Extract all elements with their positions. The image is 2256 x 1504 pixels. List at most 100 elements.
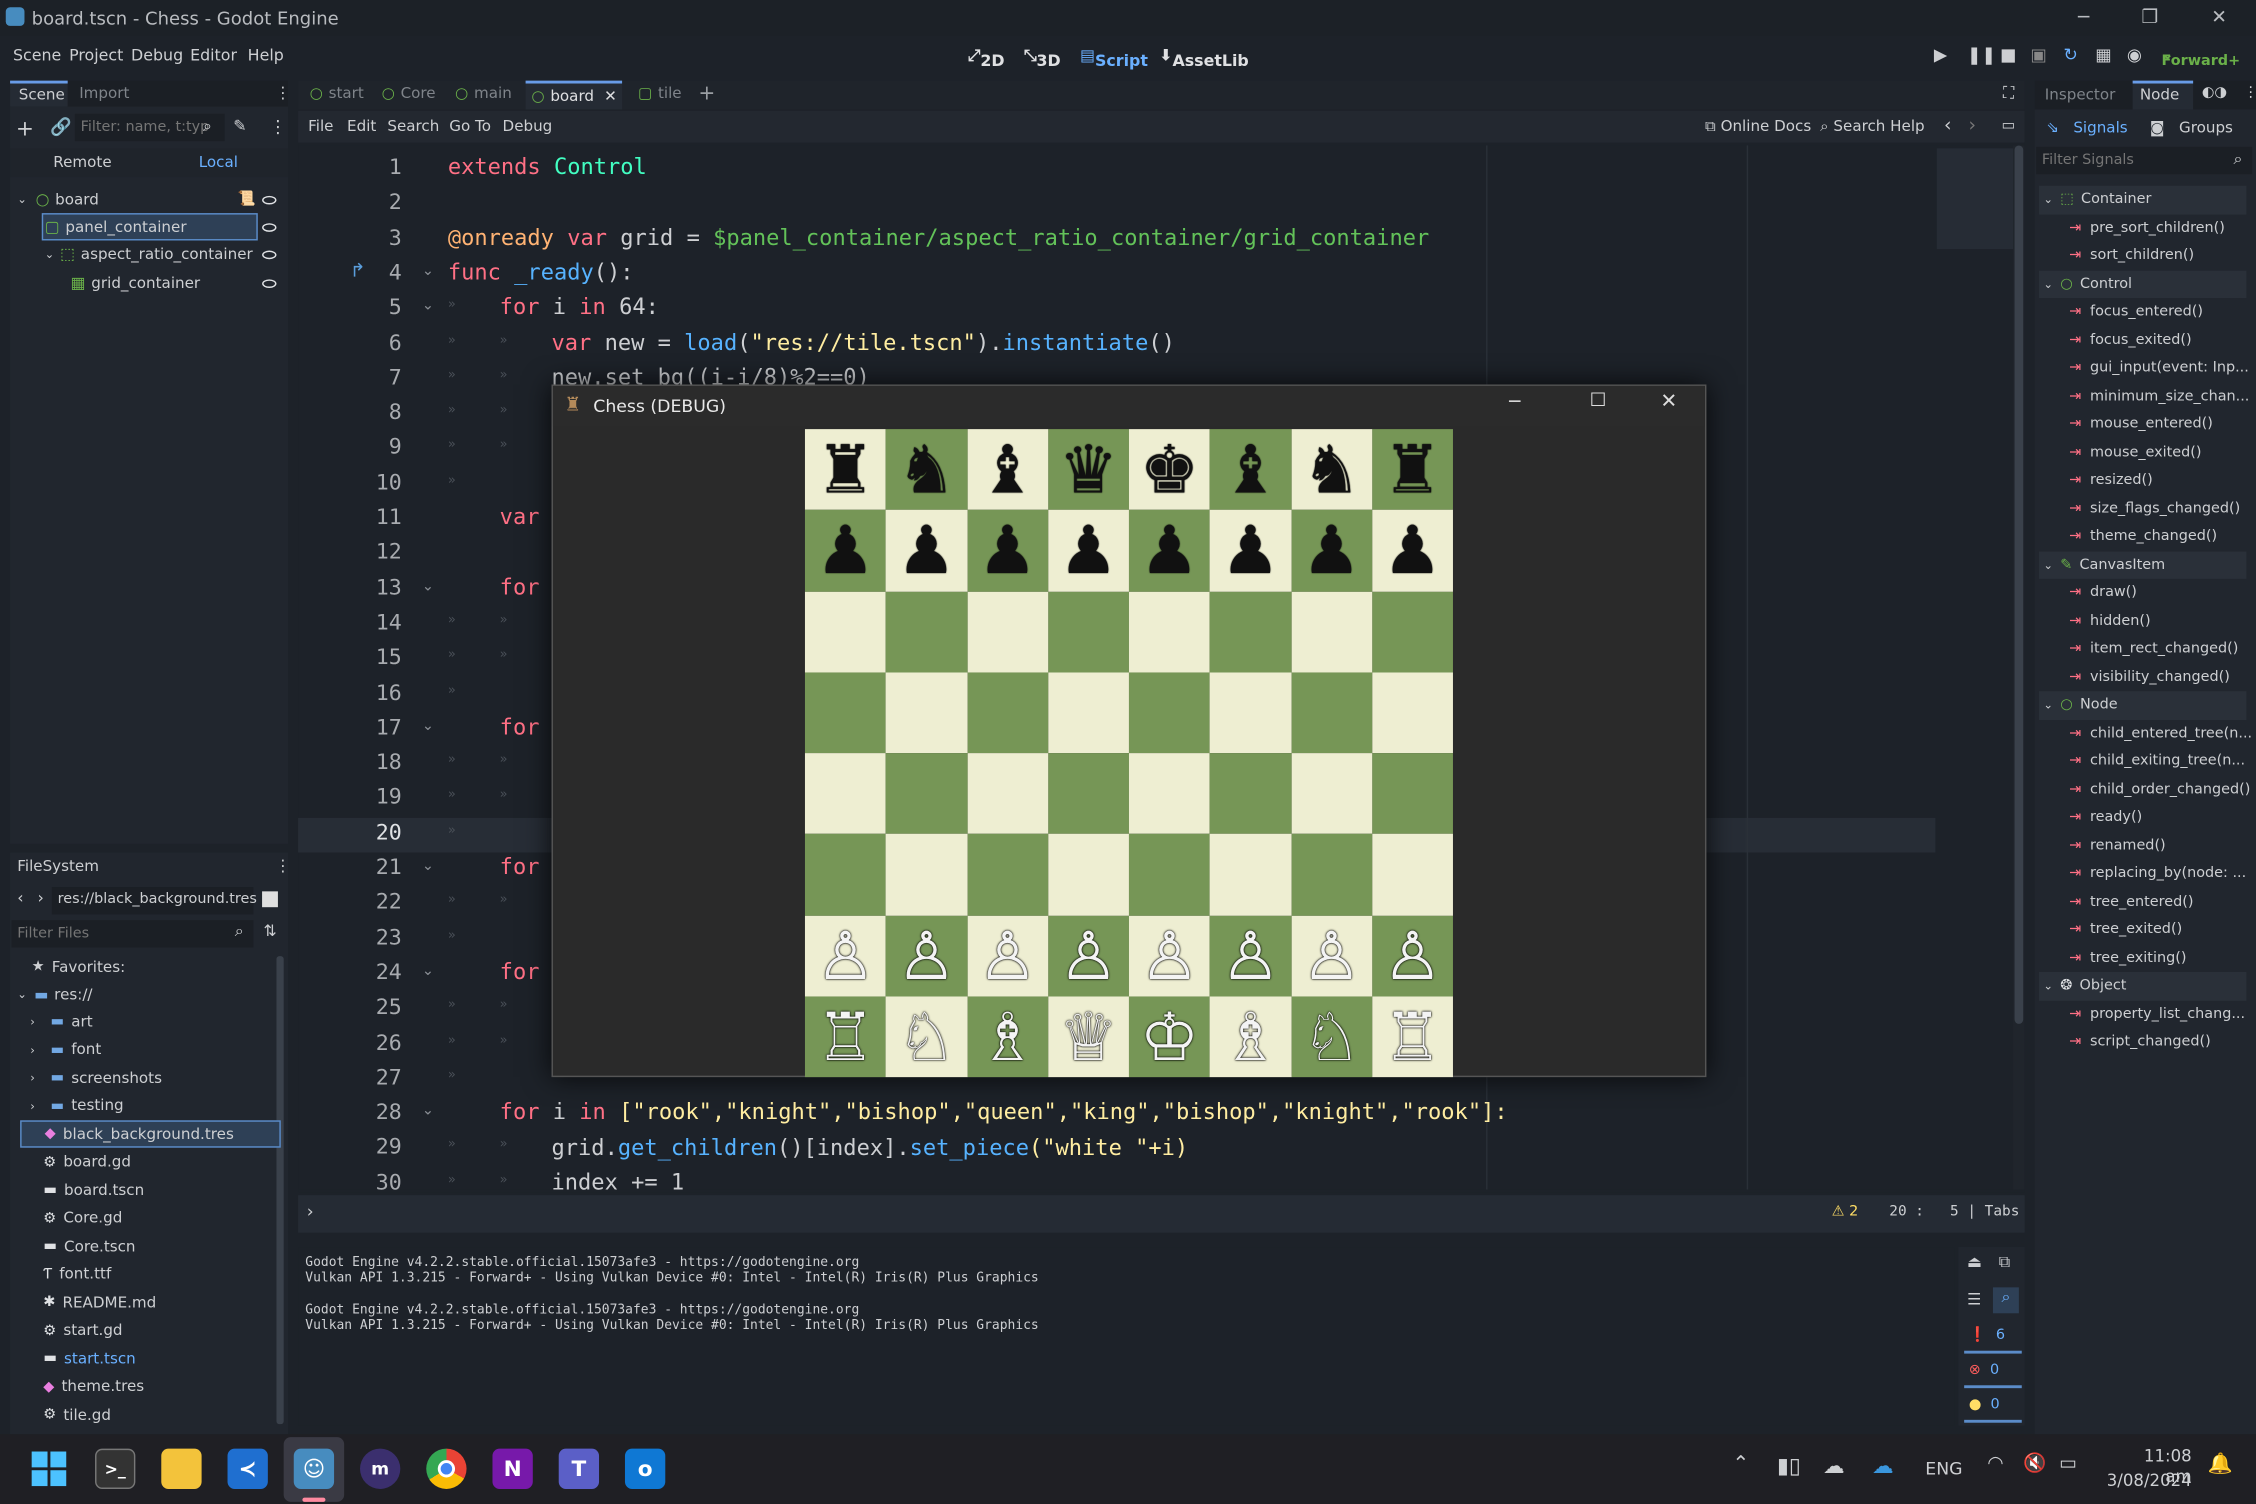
signal-item[interactable]: ⇥ hidden() [2035,607,2256,635]
reload-icon[interactable]: ↻ [2064,45,2078,65]
board-square[interactable] [1047,834,1129,916]
chess-board[interactable]: ♜ ♞ ♝ ♛ ♚ ♝ ♞ ♜ ♟ ♟ ♟ ♟ ♟ ♟ ♟ ♟ ♙ ♙ ♙ ♙ ♙ ♙ ♙ ♙ ♖ ♘ ♗ ♕ ♔ ♗ ♘ ♖ [804,429,1453,1078]
board-square[interactable] [1209,672,1291,754]
board-square[interactable]: ♟ [966,510,1048,592]
menu-scene[interactable]: Scene [13,46,61,65]
board-square[interactable] [885,753,967,835]
board-square[interactable]: ♟ [1128,510,1210,592]
board-square[interactable]: ♝ [966,429,1048,511]
signal-item[interactable]: ⇥ size_flags_changed() [2035,495,2256,523]
signal-item[interactable]: ⇥ focus_exited() [2035,326,2256,354]
tree-node-board[interactable]: ⌄ ○ board 📜 [10,186,288,213]
toggle-panel-icon[interactable]: ▭ [2002,118,2016,134]
path-field[interactable]: res://black_background.tres [51,887,257,915]
onedrive-icon[interactable]: ☁ [1872,1453,1894,1479]
onenote-icon[interactable]: N [492,1448,533,1489]
board-square[interactable] [1128,591,1210,673]
board-square[interactable] [1128,672,1210,754]
close-button[interactable]: ✕ [2186,0,2252,36]
new-tab-icon[interactable]: + [698,82,715,105]
signal-item[interactable]: ⇥ draw() [2035,579,2256,607]
signal-section-node[interactable]: ⌄ ○ Node [2039,691,2247,720]
script-menu-goto[interactable]: Go To [449,118,491,135]
fold-chevron-icon[interactable]: ⌄ [422,1103,434,1119]
file-filter-input[interactable] [11,920,254,948]
board-square[interactable] [966,672,1048,754]
board-square[interactable]: ♘ [885,996,967,1078]
windows-start-icon[interactable] [29,1449,69,1489]
search-icon[interactable]: ⌕ [1992,1287,2019,1314]
tab-import[interactable]: Import [79,85,129,102]
signal-item[interactable]: ⇥ gui_input(event: Inp... [2035,354,2256,382]
board-square[interactable]: ♟ [1209,510,1291,592]
copy-output-icon[interactable]: ⧉ [1999,1253,2010,1273]
tab-inspector[interactable]: Inspector [2045,86,2116,103]
warnings-filter[interactable]: ● 0 [1964,1397,2022,1423]
board-square[interactable]: ♖ [1371,996,1453,1078]
volume-muted-icon[interactable]: 🔇 [2023,1453,2046,1475]
back-icon[interactable]: ‹ [17,888,23,907]
file-item[interactable]: ▬ Core.tscn [10,1233,288,1260]
tree-node-grid-container[interactable]: ▦ grid_container [10,269,288,296]
file-item[interactable]: ✱ README.md [10,1289,288,1316]
board-square[interactable]: ♜ [804,429,886,511]
mu-editor-icon[interactable]: m [360,1448,401,1489]
board-square[interactable]: ♚ [1128,429,1210,511]
board-square[interactable]: ♖ [804,996,886,1078]
board-square[interactable] [885,672,967,754]
board-square[interactable] [1209,591,1291,673]
signal-item[interactable]: ⇥ mouse_exited() [2035,438,2256,466]
menu-help[interactable]: Help [248,46,284,65]
signal-item[interactable]: ⇥ tree_entered() [2035,888,2256,916]
board-square[interactable]: ♙ [966,915,1048,997]
visibility-icon[interactable] [262,195,277,204]
sort-icon[interactable]: ⇅ [264,922,277,941]
expand-output-icon[interactable]: › [307,1201,314,1221]
search-help-link[interactable]: ⌕ Search Help [1820,118,1925,137]
board-square[interactable]: ♙ [1371,915,1453,997]
board-square[interactable] [804,834,886,916]
board-square[interactable] [885,834,967,916]
signal-item[interactable]: ⇥ property_list_chang... [2035,1000,2256,1028]
board-square[interactable] [966,753,1048,835]
signal-item[interactable]: ⇥ minimum_size_chan... [2035,382,2256,410]
dock-menu-icon[interactable]: ⋮ [275,84,291,103]
split-view-icon[interactable] [262,891,278,908]
board-square[interactable] [1290,834,1372,916]
signal-section-container[interactable]: ⌄ ⬚ Container [2039,185,2247,214]
minimize-button[interactable]: ─ [2051,0,2117,36]
mode-assetlib-button[interactable]: ⬇ AssetLib [1159,46,1249,70]
signal-item[interactable]: ⇥ child_order_changed() [2035,775,2256,803]
root-folder[interactable]: ⌄ ▬ res:// [10,981,288,1008]
signal-item[interactable]: ⇥ ready() [2035,804,2256,832]
board-square[interactable] [804,591,886,673]
file-item[interactable]: ⚙ Core.gd [10,1205,288,1232]
groups-tab[interactable]: ◙ Groups [2150,120,2233,137]
cloud-icon[interactable]: ☁ [1823,1453,1845,1479]
folder-item[interactable]: › ▬ art [10,1008,288,1035]
minimap[interactable] [1936,148,2017,250]
board-square[interactable]: ♝ [1209,429,1291,511]
remote-debug-icon[interactable]: ▣ [2030,45,2046,65]
fold-chevron-icon[interactable]: ⌄ [422,858,434,874]
script-tab-4[interactable]: ▢ tile [632,81,687,110]
board-square[interactable] [1047,672,1129,754]
godot-icon[interactable]: ☺ [293,1448,335,1489]
board-square[interactable]: ♟ [1047,510,1129,592]
visibility-icon[interactable] [262,249,277,259]
board-square[interactable] [1371,834,1453,916]
board-square[interactable]: ♗ [1209,996,1291,1078]
local-tab[interactable]: Local [199,154,238,171]
script-icon[interactable]: 📜 [238,192,256,208]
visibility-icon[interactable] [262,222,277,232]
board-square[interactable]: ♙ [1047,915,1129,997]
signal-item[interactable]: ⇥ tree_exiting() [2035,944,2256,972]
menu-debug[interactable]: Debug [131,46,183,65]
mode-3d-button[interactable]: ⤡ 3D [1024,46,1061,70]
signal-item[interactable]: ⇥ pre_sort_children() [2035,214,2256,242]
board-square[interactable] [885,591,967,673]
vscode-icon[interactable]: ≺ [227,1448,268,1489]
board-square[interactable]: ♟ [885,510,967,592]
script-menu-search[interactable]: Search [387,118,439,135]
signal-item[interactable]: ⇥ resized() [2035,467,2256,495]
